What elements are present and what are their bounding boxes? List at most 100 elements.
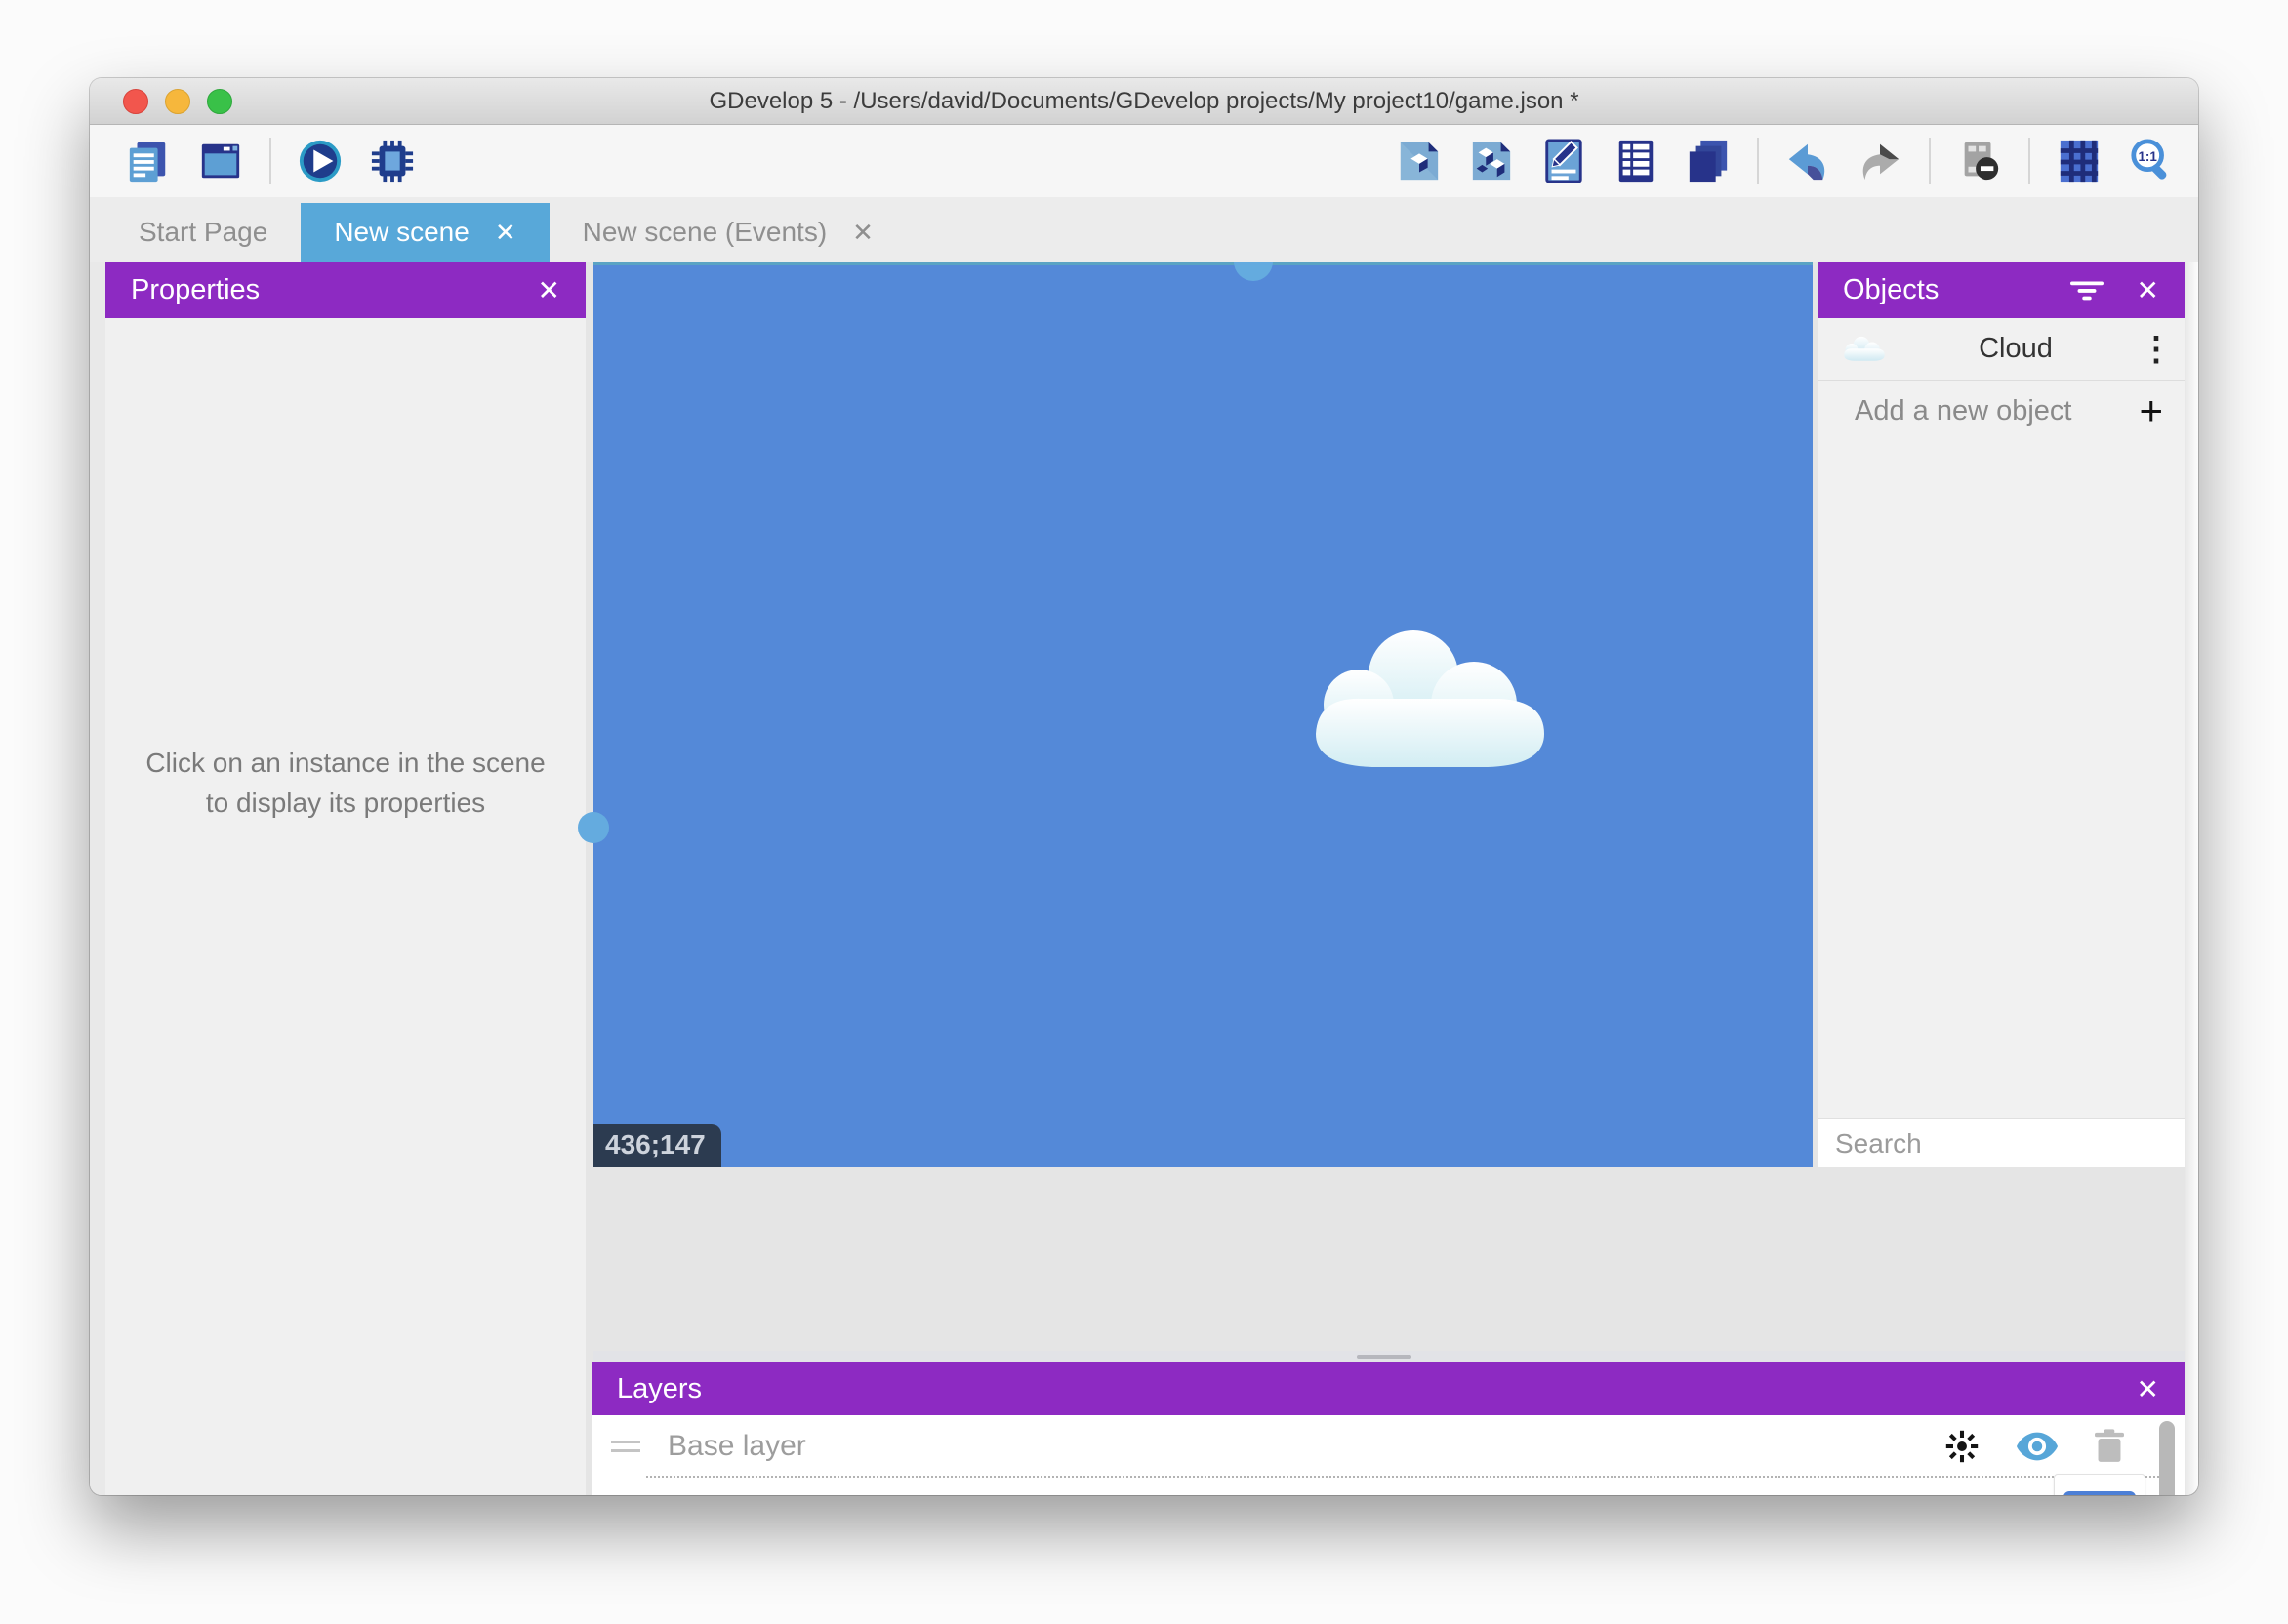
zoom-1-1-icon: 1:1 — [2129, 139, 2174, 183]
object-document-icon — [1397, 139, 1442, 183]
tab-start-page[interactable]: Start Page — [105, 203, 301, 262]
objects-search-bar — [1818, 1118, 2185, 1167]
canvas-bottom-strip — [593, 1351, 2185, 1362]
window-title: GDevelop 5 - /Users/david/Documents/GDev… — [709, 88, 1578, 115]
instances-list-icon — [1614, 139, 1658, 183]
toolbar-separator — [2028, 138, 2030, 184]
properties-empty-message: Click on an instance in the scene to dis… — [105, 744, 586, 823]
project-manager-button[interactable] — [125, 138, 172, 184]
layer-delete-button[interactable] — [2095, 1429, 2124, 1464]
editor-content: Properties ✕ Click on an instance in the… — [90, 262, 2198, 1495]
gdevelop-window: GDevelop 5 - /Users/david/Documents/GDev… — [90, 78, 2198, 1495]
close-icon[interactable]: ✕ — [2137, 1373, 2159, 1405]
objects-group-icon — [1469, 139, 1514, 183]
properties-panel-header: Properties ✕ — [105, 262, 586, 318]
tab-label: New scene — [334, 217, 470, 248]
trash-icon — [2095, 1429, 2124, 1464]
mask-remove-icon — [1957, 139, 2002, 183]
toolbar-separator — [1757, 138, 1759, 184]
cloud-sprite-icon — [1298, 625, 1562, 781]
toggle-grid-button[interactable] — [2056, 138, 2103, 184]
traffic-lights — [123, 89, 232, 114]
svg-text:1:1: 1:1 — [2138, 149, 2157, 164]
project-manager-icon — [126, 139, 171, 183]
background-color-swatch — [2063, 1491, 2136, 1495]
close-icon[interactable]: ✕ — [2137, 274, 2159, 306]
instances-list-button[interactable] — [1613, 138, 1659, 184]
tab-bar: Start Page New scene ✕ New scene (Events… — [90, 197, 2198, 262]
add-new-object-button[interactable]: Add a new object + — [1818, 381, 2185, 441]
play-icon — [298, 139, 343, 183]
left-edge-strip — [90, 262, 105, 1495]
add-object-label: Add a new object — [1839, 395, 2139, 427]
panel-resize-handle-left[interactable] — [578, 812, 609, 843]
scene-window-icon — [198, 139, 243, 183]
minimize-window-button[interactable] — [165, 89, 190, 114]
undo-button[interactable] — [1784, 138, 1831, 184]
right-edge-strip — [2185, 262, 2198, 1495]
layer-row-background-color[interactable]: Background color — [592, 1478, 2185, 1495]
object-doc-button[interactable] — [1396, 138, 1443, 184]
object-more-menu-icon[interactable]: ⋮ — [2140, 330, 2165, 369]
redo-icon — [1858, 139, 1902, 183]
edit-scene-properties-button[interactable] — [1540, 138, 1587, 184]
filter-icon — [2070, 279, 2104, 301]
zoom-original-button[interactable]: 1:1 — [2128, 138, 2175, 184]
preview-button[interactable] — [297, 138, 344, 184]
tab-label: New scene (Events) — [583, 217, 828, 248]
close-tab-icon[interactable]: ✕ — [495, 218, 516, 248]
horizontal-scrollbar[interactable] — [1357, 1355, 1411, 1359]
drag-handle-icon[interactable] — [611, 1441, 640, 1452]
cloud-thumbnail-icon — [1837, 335, 1892, 364]
layers-panel-header: Layers ✕ — [592, 1362, 2185, 1415]
objects-groups-button[interactable] — [1468, 138, 1515, 184]
debug-button[interactable] — [369, 138, 416, 184]
background-color-picker[interactable] — [2054, 1474, 2145, 1495]
edit-properties-icon — [1541, 139, 1586, 183]
close-window-button[interactable] — [123, 89, 148, 114]
search-input[interactable] — [1835, 1128, 2187, 1159]
canvas-top-edge — [593, 262, 1813, 265]
filter-objects-button[interactable] — [2070, 279, 2104, 301]
properties-panel: Properties ✕ Click on an instance in the… — [105, 262, 586, 1495]
layers-panel: Layers ✕ Base layer — [592, 1362, 2185, 1495]
properties-panel-title: Properties — [131, 274, 260, 306]
cursor-coordinates-badge: 436;147 — [593, 1124, 721, 1167]
main-toolbar: 1:1 — [90, 125, 2198, 197]
layers-panel-button[interactable] — [1685, 138, 1732, 184]
objects-panel: Objects ✕ — [1818, 262, 2185, 1167]
lighting-icon — [1944, 1429, 1980, 1464]
tab-new-scene-events[interactable]: New scene (Events) ✕ — [550, 203, 907, 262]
panel-resize-handle-top[interactable] — [1234, 262, 1273, 281]
toggle-mask-button[interactable] — [1956, 138, 2003, 184]
scene-canvas[interactable]: 436;147 — [593, 262, 1813, 1167]
undo-icon — [1785, 139, 1830, 183]
start-page-button[interactable] — [197, 138, 244, 184]
toolbar-separator — [1929, 138, 1931, 184]
layers-list: Base layer — [592, 1415, 2185, 1495]
eye-icon — [2017, 1432, 2058, 1461]
layers-panel-title: Layers — [617, 1373, 702, 1405]
object-row-cloud[interactable]: Cloud ⋮ — [1818, 318, 2185, 381]
layer-lighting-button[interactable] — [1944, 1429, 1980, 1464]
plus-icon: + — [2139, 390, 2163, 431]
debugger-chip-icon — [370, 139, 415, 183]
layer-visibility-button[interactable] — [2017, 1432, 2058, 1461]
tab-label: Start Page — [139, 217, 267, 248]
tab-new-scene[interactable]: New scene ✕ — [301, 203, 549, 262]
cloud-instance[interactable] — [1298, 625, 1562, 786]
layers-scrollbar[interactable] — [2159, 1421, 2175, 1495]
redo-button[interactable] — [1857, 138, 1903, 184]
close-tab-icon[interactable]: ✕ — [852, 218, 874, 248]
objects-panel-header: Objects ✕ — [1818, 262, 2185, 318]
layers-stack-icon — [1686, 139, 1731, 183]
zoom-window-button[interactable] — [207, 89, 232, 114]
titlebar: GDevelop 5 - /Users/david/Documents/GDev… — [90, 78, 2198, 125]
grid-icon — [2057, 139, 2102, 183]
layer-name-field[interactable]: Background color — [668, 1492, 2165, 1495]
object-name: Cloud — [1892, 333, 2140, 365]
layer-row-base[interactable]: Base layer — [592, 1415, 2185, 1478]
close-icon[interactable]: ✕ — [538, 274, 560, 306]
layer-name-field[interactable]: Base layer — [668, 1430, 2165, 1463]
toolbar-separator — [269, 138, 271, 184]
